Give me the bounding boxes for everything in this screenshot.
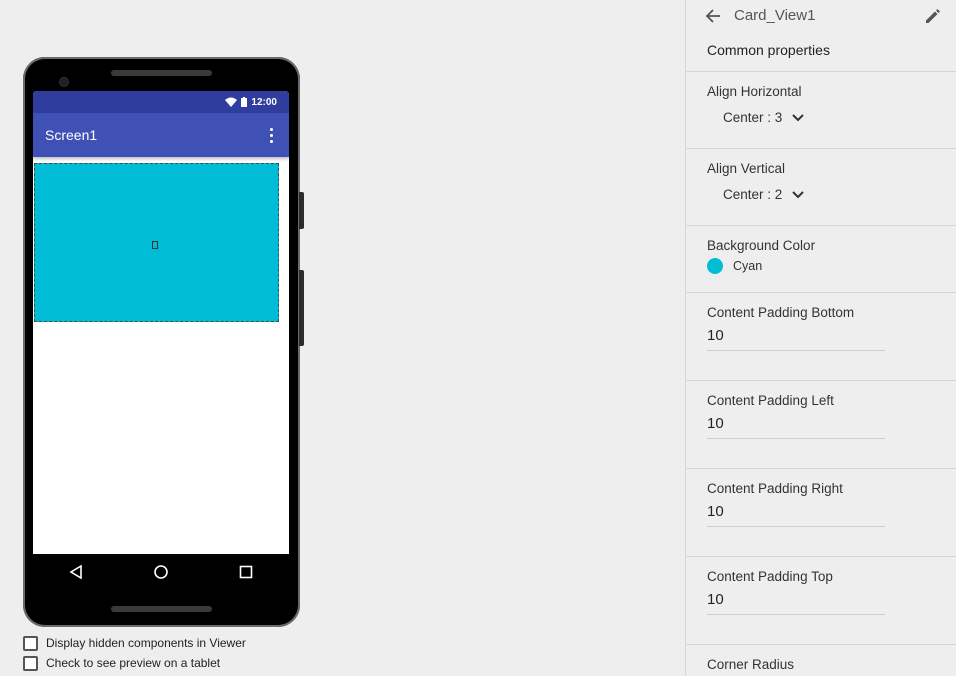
hidden-components-checkbox[interactable] bbox=[23, 635, 38, 651]
background-color-picker[interactable]: Cyan bbox=[707, 258, 956, 274]
recents-square-icon[interactable] bbox=[231, 557, 261, 587]
home-circle-icon[interactable] bbox=[146, 557, 176, 587]
padding-top-input[interactable] bbox=[707, 589, 885, 615]
navigation-bar bbox=[33, 554, 289, 590]
overflow-menu-icon[interactable] bbox=[266, 124, 277, 147]
hidden-components-option[interactable]: Display hidden components in Viewer bbox=[23, 633, 246, 653]
background-color-value: Cyan bbox=[733, 259, 763, 273]
prop-align-vertical: Align Vertical Center : 2 bbox=[686, 149, 956, 226]
padding-left-input[interactable] bbox=[707, 413, 885, 439]
section-title: Common properties bbox=[707, 42, 830, 58]
prop-padding-left: Content Padding Left bbox=[686, 381, 956, 469]
align-horizontal-dropdown[interactable]: Center : 3 bbox=[723, 110, 804, 125]
prop-align-horizontal: Align Horizontal Center : 3 bbox=[686, 72, 956, 149]
prop-background-color: Background Color Cyan bbox=[686, 226, 956, 293]
screen-title: Screen1 bbox=[45, 127, 98, 143]
padding-bottom-input[interactable] bbox=[707, 325, 885, 351]
back-triangle-icon[interactable] bbox=[61, 557, 91, 587]
phone-screen: 12:00 Screen1 bbox=[33, 91, 289, 589]
wifi-icon bbox=[225, 97, 238, 107]
chevron-down-icon bbox=[792, 190, 804, 198]
prop-padding-top: Content Padding Top bbox=[686, 557, 956, 645]
phone-speaker-bottom bbox=[111, 606, 212, 612]
corner-radius-label: Corner Radius bbox=[707, 657, 795, 672]
phone-mockup: 12:00 Screen1 bbox=[23, 57, 304, 627]
card-content-placeholder bbox=[152, 241, 158, 249]
properties-panel: Card_View1 Common properties Align Horiz… bbox=[685, 0, 956, 676]
phone-speaker-top bbox=[111, 70, 212, 76]
front-camera-icon bbox=[59, 77, 69, 87]
color-swatch bbox=[707, 258, 723, 274]
align-vertical-value: Center : 2 bbox=[723, 187, 783, 202]
edit-pencil-icon[interactable] bbox=[923, 6, 943, 26]
tablet-preview-checkbox[interactable] bbox=[23, 655, 38, 671]
status-bar: 12:00 bbox=[33, 91, 289, 113]
properties-header: Card_View1 Common properties bbox=[686, 0, 956, 72]
viewer-options: Display hidden components in Viewer Chec… bbox=[23, 633, 246, 673]
tablet-preview-label: Check to see preview on a tablet bbox=[46, 656, 221, 670]
component-name: Card_View1 bbox=[734, 7, 816, 24]
card-view[interactable] bbox=[34, 163, 279, 322]
align-vertical-dropdown[interactable]: Center : 2 bbox=[723, 187, 804, 202]
volume-button bbox=[299, 270, 304, 346]
padding-left-label: Content Padding Left bbox=[707, 393, 834, 408]
tablet-preview-option[interactable]: Check to see preview on a tablet bbox=[23, 653, 246, 673]
padding-right-label: Content Padding Right bbox=[707, 481, 843, 496]
app-bar: Screen1 bbox=[33, 113, 289, 157]
padding-top-label: Content Padding Top bbox=[707, 569, 833, 584]
align-horizontal-label: Align Horizontal bbox=[707, 84, 802, 99]
power-button bbox=[299, 192, 304, 229]
background-color-label: Background Color bbox=[707, 238, 816, 253]
battery-icon bbox=[241, 97, 248, 107]
hidden-components-label: Display hidden components in Viewer bbox=[46, 636, 246, 650]
prop-padding-right: Content Padding Right bbox=[686, 469, 956, 557]
chevron-down-icon bbox=[792, 113, 804, 121]
align-vertical-label: Align Vertical bbox=[707, 161, 786, 176]
prop-corner-radius: Corner Radius bbox=[686, 645, 956, 676]
back-arrow-icon[interactable] bbox=[704, 6, 724, 26]
prop-padding-bottom: Content Padding Bottom bbox=[686, 293, 956, 381]
padding-right-input[interactable] bbox=[707, 501, 885, 527]
align-horizontal-value: Center : 3 bbox=[723, 110, 783, 125]
padding-bottom-label: Content Padding Bottom bbox=[707, 305, 855, 320]
status-time: 12:00 bbox=[251, 96, 277, 108]
